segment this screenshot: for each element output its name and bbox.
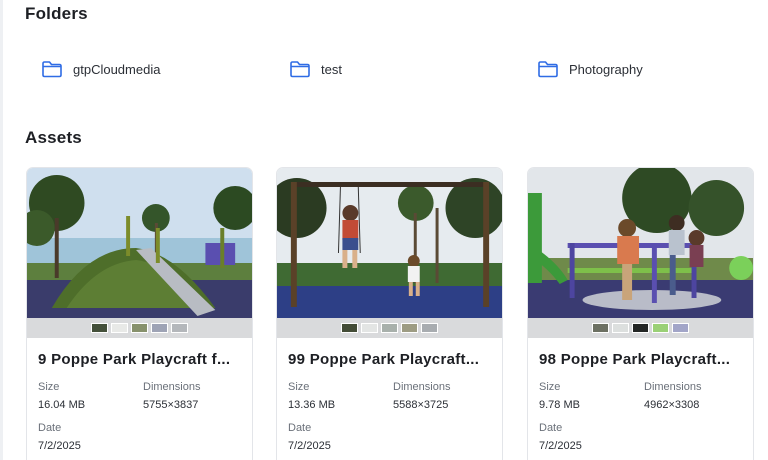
- asset-title: 98 Poppe Park Playcraft...: [539, 351, 731, 368]
- folder-item-photography[interactable]: Photography: [537, 58, 643, 80]
- folder-label: gtpCloudmedia: [73, 61, 161, 77]
- color-swatch: [91, 323, 108, 333]
- asset-thumbnail: [528, 168, 753, 318]
- color-swatch: [341, 323, 358, 333]
- folders-heading: Folders: [25, 4, 88, 23]
- color-swatch: [171, 323, 188, 333]
- color-swatch: [672, 323, 689, 333]
- color-swatch: [381, 323, 398, 333]
- folder-label: test: [321, 61, 342, 77]
- size-value: 9.78 MB: [539, 399, 580, 411]
- asset-card[interactable]: 98 Poppe Park Playcraft... Size 9.78 MB …: [527, 167, 754, 460]
- folder-item-gtpcloudmedia[interactable]: gtpCloudmedia: [41, 58, 160, 80]
- date-label: Date: [288, 422, 312, 434]
- size-value: 13.36 MB: [288, 399, 336, 411]
- dimensions-value: 4962×3308: [644, 399, 700, 411]
- date-value: 7/2/2025: [539, 440, 582, 452]
- color-swatch-bar: [27, 318, 252, 338]
- folder-icon: [289, 60, 311, 78]
- asset-title: 99 Poppe Park Playcraft...: [288, 351, 480, 368]
- size-label: Size: [539, 381, 561, 393]
- size-label: Size: [38, 381, 60, 393]
- size-label: Size: [288, 381, 310, 393]
- color-swatch: [421, 323, 438, 333]
- color-swatch: [632, 323, 649, 333]
- date-value: 7/2/2025: [38, 440, 81, 452]
- asset-thumbnail: [277, 168, 502, 318]
- folder-item-test[interactable]: test: [289, 58, 342, 80]
- date-value: 7/2/2025: [288, 440, 331, 452]
- folder-label: Photography: [569, 61, 643, 77]
- folder-icon: [41, 60, 63, 78]
- color-swatch: [612, 323, 629, 333]
- color-swatch: [131, 323, 148, 333]
- color-swatch: [592, 323, 609, 333]
- dimensions-label: Dimensions: [143, 381, 201, 393]
- color-swatch-bar: [277, 318, 502, 338]
- color-swatch-bar: [528, 318, 753, 338]
- dimensions-value: 5588×3725: [393, 399, 449, 411]
- asset-title: 9 Poppe Park Playcraft f...: [38, 351, 231, 368]
- color-swatch: [151, 323, 168, 333]
- dimensions-label: Dimensions: [644, 381, 702, 393]
- color-swatch: [361, 323, 378, 333]
- size-value: 16.04 MB: [38, 399, 86, 411]
- folder-icon: [537, 60, 559, 78]
- color-swatch: [111, 323, 128, 333]
- color-swatch: [652, 323, 669, 333]
- dimensions-value: 5755×3837: [143, 399, 199, 411]
- asset-card[interactable]: 99 Poppe Park Playcraft... Size 13.36 MB…: [276, 167, 503, 460]
- assets-heading: Assets: [25, 128, 82, 147]
- left-divider: [0, 0, 3, 460]
- asset-thumbnail: [27, 168, 252, 318]
- asset-card[interactable]: 9 Poppe Park Playcraft f... Size 16.04 M…: [26, 167, 253, 460]
- dimensions-label: Dimensions: [393, 381, 451, 393]
- date-label: Date: [539, 422, 563, 434]
- date-label: Date: [38, 422, 62, 434]
- color-swatch: [401, 323, 418, 333]
